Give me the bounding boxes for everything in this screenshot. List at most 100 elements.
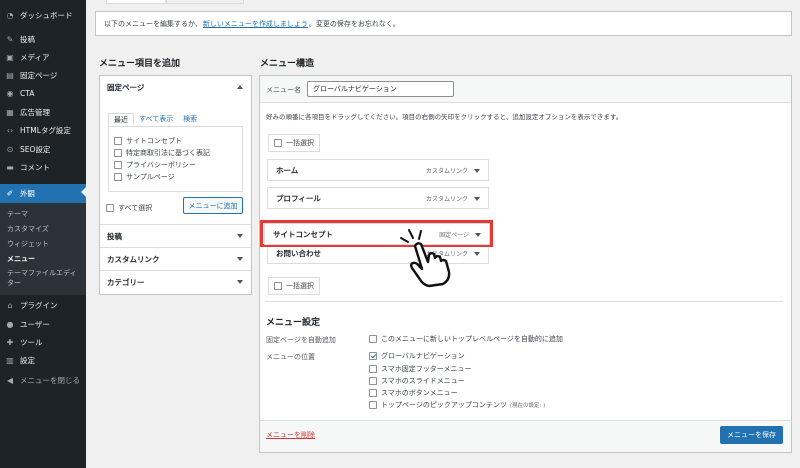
- media-icon: ▣: [6, 52, 14, 62]
- bulk-select-top[interactable]: 一括選択: [268, 134, 320, 152]
- settings-icon: ▥: [6, 355, 14, 365]
- sidebar-item-html-tags[interactable]: ‹› HTMLタグ設定: [0, 122, 86, 138]
- checkbox[interactable]: [369, 377, 377, 385]
- checkbox[interactable]: [369, 389, 377, 397]
- sidebar-item-seo[interactable]: ⊙ SEO設定: [0, 141, 86, 157]
- select-all-checkbox[interactable]: [106, 204, 114, 212]
- dashboard-icon: ◔: [6, 10, 14, 20]
- location-option-global-nav[interactable]: グローバルナビゲーション: [369, 351, 465, 361]
- menu-footer-bar: [259, 420, 792, 453]
- menu-instructions: 好みの順番に各項目をドラッグしてください。項目の右側の矢印をクリックすると、追加…: [266, 113, 623, 121]
- tab-view-all[interactable]: すべて表示: [134, 113, 178, 126]
- expand-arrow-icon: [237, 234, 243, 238]
- checkbox[interactable]: [114, 161, 122, 169]
- sidebar-item-cta[interactable]: ◉ CTA: [0, 85, 86, 101]
- notice-bar: 以下のメニューを編集するか、 新しいメニューを作成しましょう 。変更の保存をお忘れな…: [95, 11, 792, 36]
- sidebar-item-tools[interactable]: ✚ ツール: [0, 334, 86, 350]
- plugin-icon: ⌂: [7, 300, 13, 310]
- submenu-theme-editor-cont[interactable]: ター: [7, 278, 21, 288]
- menu-name-input[interactable]: [307, 81, 454, 97]
- posts-section-header[interactable]: 投稿: [100, 224, 251, 247]
- admin-sidebar: ◔ ダッシュボード ✎ 投稿 ▣ メディア ▤ 固定ページ ◉ CTA ▦ 広告管理 ‹› H…: [0, 0, 86, 468]
- auto-add-option[interactable]: このメニューに新しいトップレベルページを自動的に追加: [369, 334, 563, 344]
- sidebar-item-users[interactable]: ● ユーザー: [0, 316, 86, 332]
- divider: [265, 301, 783, 302]
- list-item[interactable]: サンプルページ: [114, 172, 175, 182]
- sidebar-item-plugins[interactable]: ⌂ プラグイン: [0, 297, 86, 313]
- tab-search[interactable]: 検索: [178, 113, 202, 126]
- checkbox[interactable]: [369, 365, 377, 373]
- menu-location-label: メニューの位置: [266, 353, 315, 361]
- submenu-theme-editor[interactable]: テーマファイルエディ: [7, 268, 77, 278]
- list-item[interactable]: プライバシーポリシー: [114, 160, 196, 170]
- checkbox[interactable]: [114, 149, 122, 157]
- checkbox[interactable]: [114, 173, 122, 181]
- sidebar-item-media[interactable]: ▣ メディア: [0, 49, 86, 65]
- expand-arrow-icon[interactable]: [474, 169, 480, 173]
- categories-section-header[interactable]: カテゴリー: [100, 270, 251, 293]
- sidebar-item-ads[interactable]: ▦ 広告管理: [0, 104, 86, 120]
- page-icon: ▤: [6, 70, 14, 80]
- expand-arrow-icon: [237, 280, 243, 284]
- submenu-widgets[interactable]: ウィジェット: [7, 239, 49, 249]
- pages-section-header[interactable]: 固定ページ: [100, 76, 251, 99]
- menu-structure-heading: メニュー構造: [260, 59, 315, 69]
- sidebar-item-pages[interactable]: ▤ 固定ページ: [0, 67, 86, 83]
- expand-arrow-icon[interactable]: [474, 197, 480, 201]
- expand-arrow-icon[interactable]: [475, 233, 481, 237]
- add-items-panel: 固定ページ 最近 すべて表示 検索 サイトコンセプト 特定商取引法に基づく表記 …: [99, 75, 252, 295]
- collapse-menu-button[interactable]: ◀ メニューを閉じる: [0, 372, 86, 388]
- bulk-select-bottom[interactable]: 一括選択: [268, 277, 320, 295]
- location-option-sp-slide[interactable]: スマホのスライドメニュー: [369, 376, 465, 386]
- appearance-icon: ✐: [6, 189, 14, 198]
- pages-checklist: サイトコンセプト 特定商取引法に基づく表記 プライバシーポリシー サンプルページ: [108, 126, 243, 192]
- pin-icon: ✎: [6, 34, 14, 44]
- edit-menus-tab[interactable]: [106, 0, 166, 4]
- menu-settings-heading: メニュー設定: [266, 318, 321, 328]
- add-menu-items-heading: メニュー項目を追加: [99, 59, 181, 69]
- seo-icon: ⊙: [6, 144, 14, 154]
- sidebar-item-posts[interactable]: ✎ 投稿: [0, 31, 86, 47]
- hand-pointer-icon: [400, 229, 451, 288]
- sidebar-item-settings[interactable]: ▥ 設定: [0, 352, 86, 368]
- save-menu-button[interactable]: メニューを保存: [720, 426, 783, 444]
- submenu-customize[interactable]: カスタマイズ: [7, 224, 49, 234]
- menu-item-home[interactable]: ホーム カスタムリンク: [267, 159, 489, 181]
- ad-icon: ▦: [6, 107, 14, 117]
- sidebar-item-comments[interactable]: ▬ コメント: [0, 159, 86, 175]
- appearance-submenu: テーマ カスタマイズ ウィジェット メニュー テーマファイルエディ ター: [0, 203, 86, 295]
- sidebar-item-appearance[interactable]: ✐ 外観: [0, 184, 86, 203]
- checkbox[interactable]: [114, 137, 122, 145]
- collapse-icon: ◀: [6, 375, 14, 385]
- manage-locations-tab[interactable]: [166, 0, 244, 4]
- tab-recent[interactable]: 最近: [108, 113, 134, 126]
- bulk-select-checkbox[interactable]: [274, 282, 282, 290]
- checkbox-checked[interactable]: [369, 352, 377, 360]
- bulk-select-checkbox[interactable]: [274, 139, 282, 147]
- auto-add-checkbox[interactable]: [369, 335, 377, 343]
- menu-item-profile[interactable]: プロフィール カスタムリンク: [267, 187, 489, 209]
- pages-tabs: 最近 すべて表示 検索: [108, 113, 202, 126]
- comment-icon: ▬: [6, 162, 14, 172]
- list-item[interactable]: サイトコンセプト: [114, 136, 182, 146]
- checkbox[interactable]: [369, 401, 377, 409]
- select-all-checkbox-row[interactable]: すべて選択: [106, 203, 152, 213]
- add-to-menu-button[interactable]: メニューに追加: [183, 197, 243, 214]
- expand-arrow-icon: [237, 257, 243, 261]
- location-option-pickup[interactable]: トップページのピックアップコンテンツ (現在の設定: ): [369, 400, 545, 410]
- expand-arrow-icon[interactable]: [474, 252, 480, 256]
- submenu-themes[interactable]: テーマ: [7, 209, 28, 219]
- list-item[interactable]: 特定商取引法に基づく表記: [114, 148, 210, 158]
- custom-links-section-header[interactable]: カスタムリンク: [100, 247, 251, 270]
- create-menu-link[interactable]: 新しいメニューを作成しましょう: [203, 19, 308, 29]
- menu-management-panel: [259, 75, 792, 453]
- sidebar-item-dashboard[interactable]: ◔ ダッシュボード: [0, 7, 86, 23]
- location-option-sp-button[interactable]: スマホのボタンメニュー: [369, 388, 458, 398]
- delete-menu-link[interactable]: メニューを削除: [266, 430, 315, 440]
- wrench-icon: ✚: [6, 337, 14, 347]
- collapse-arrow-icon: [237, 85, 243, 89]
- submenu-menus[interactable]: メニュー: [7, 254, 35, 264]
- megaphone-icon: ◉: [6, 88, 14, 98]
- code-icon: ‹›: [6, 125, 14, 135]
- location-option-sp-footer[interactable]: スマホ固定フッターメニュー: [369, 364, 472, 374]
